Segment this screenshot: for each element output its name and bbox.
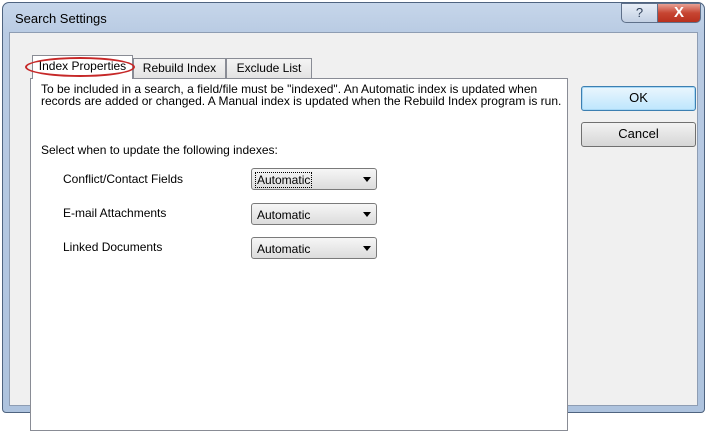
- label-linked-documents: Linked Documents: [63, 240, 163, 254]
- tab-index-properties[interactable]: Index Properties: [25, 55, 135, 79]
- close-icon: X: [673, 4, 684, 21]
- tab-exclude-list[interactable]: Exclude List: [226, 58, 312, 78]
- dropdown-arrow-icon: [363, 177, 371, 182]
- linked-documents-select[interactable]: Automatic: [251, 237, 377, 259]
- help-button[interactable]: ?: [621, 3, 657, 23]
- tab-label: Rebuild Index: [142, 61, 217, 75]
- description-text: To be included in a search, a field/file…: [41, 82, 562, 108]
- tab-label: Exclude List: [236, 61, 302, 75]
- dialog-body: Index Properties Rebuild Index Exclude L…: [9, 32, 698, 431]
- window-title: Search Settings: [15, 11, 107, 26]
- label-conflict-contact-fields: Conflict/Contact Fields: [63, 172, 184, 186]
- select-value: Automatic: [254, 172, 313, 188]
- select-value: Automatic: [257, 208, 311, 222]
- close-button[interactable]: X: [657, 3, 701, 23]
- conflict-contact-fields-select[interactable]: Automatic: [251, 168, 377, 190]
- label-email-attachments: E-mail Attachments: [63, 206, 167, 220]
- dropdown-arrow-icon: [363, 212, 371, 217]
- ok-button[interactable]: OK: [581, 86, 696, 111]
- select-value: Automatic: [257, 242, 311, 256]
- email-attachments-select[interactable]: Automatic: [251, 203, 377, 225]
- tab-panel-index-properties: To be included in a search, a field/file…: [30, 78, 568, 431]
- highlight-ellipse: [25, 57, 135, 77]
- title-bar[interactable]: Search Settings ? X: [3, 3, 704, 33]
- dropdown-arrow-icon: [363, 246, 371, 251]
- dialog-window: Search Settings ? X Index Properties Reb…: [2, 2, 705, 431]
- cancel-button[interactable]: Cancel: [581, 122, 696, 147]
- tab-rebuild-index[interactable]: Rebuild Index: [133, 58, 226, 78]
- help-icon: ?: [635, 5, 644, 20]
- select-instructions: Select when to update the following inde…: [41, 143, 278, 157]
